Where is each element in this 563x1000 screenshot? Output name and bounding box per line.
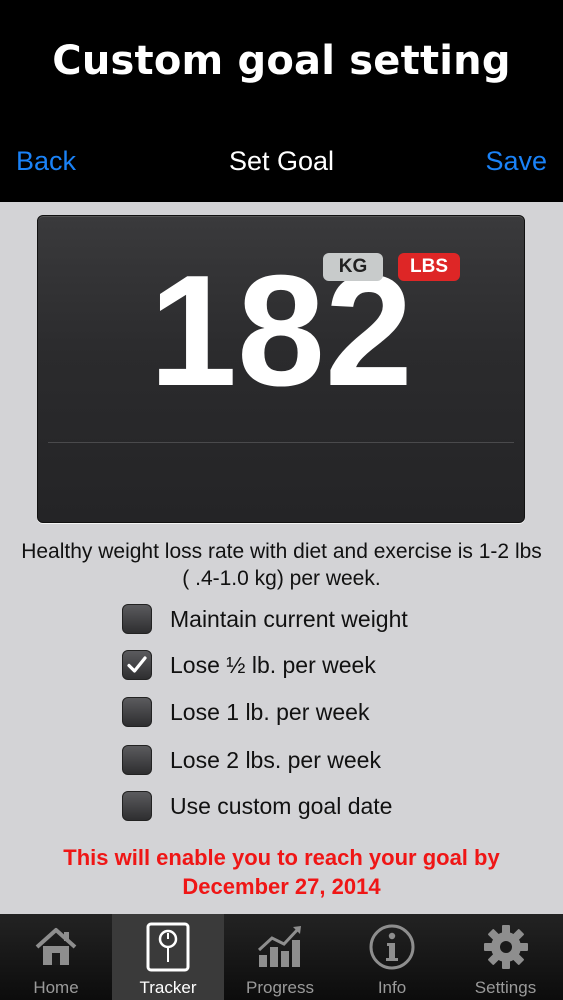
checkbox[interactable] <box>122 650 152 680</box>
goal-date-message: This will enable you to reach your goal … <box>0 843 563 901</box>
checkbox[interactable] <box>122 604 152 634</box>
option-label: Lose 2 lbs. per week <box>170 747 381 773</box>
save-button[interactable]: Save <box>485 146 547 177</box>
tab-label: Home <box>33 978 79 997</box>
tab-bar: Home Tracker Progress Info Settings <box>0 914 563 1000</box>
gear-icon <box>448 922 563 974</box>
tab-label: Settings <box>474 978 537 997</box>
unit-lbs-button[interactable]: LBS <box>398 253 460 281</box>
info-icon <box>336 922 448 974</box>
checkbox[interactable] <box>122 745 152 775</box>
checkbox[interactable] <box>122 791 152 821</box>
chart-icon <box>224 922 336 974</box>
tab-progress[interactable]: Progress <box>224 914 336 1000</box>
goal-message-line1: This will enable you to reach your goal … <box>63 845 500 870</box>
navigation-bar: Back Set Goal Save <box>0 130 563 202</box>
tab-tracker[interactable]: Tracker <box>112 914 224 1000</box>
house-icon <box>0 922 112 974</box>
page-title: Set Goal <box>228 146 335 176</box>
option-label: Use custom goal date <box>170 793 393 819</box>
checkmark-icon <box>127 656 147 673</box>
tab-label: Progress <box>245 978 315 997</box>
display-divider <box>48 442 514 443</box>
tab-label: Tracker <box>139 978 197 997</box>
tab-home[interactable]: Home <box>0 914 112 1000</box>
option-label: Maintain current weight <box>170 606 408 632</box>
banner-title: Custom goal setting <box>52 38 511 84</box>
header-banner: Custom goal setting <box>0 0 563 130</box>
info-text: Healthy weight loss rate with diet and e… <box>21 540 542 590</box>
option-label: Lose 1 lb. per week <box>170 699 370 725</box>
unit-kg-button[interactable]: KG <box>323 253 383 281</box>
tab-settings[interactable]: Settings <box>448 914 563 1000</box>
tab-info[interactable]: Info <box>336 914 448 1000</box>
option-label: Lose ½ lb. per week <box>170 652 376 678</box>
scale-icon <box>112 922 224 974</box>
tab-label: Info <box>377 978 407 997</box>
checkbox[interactable] <box>122 697 152 727</box>
goal-date: December 27, 2014 <box>182 874 381 899</box>
